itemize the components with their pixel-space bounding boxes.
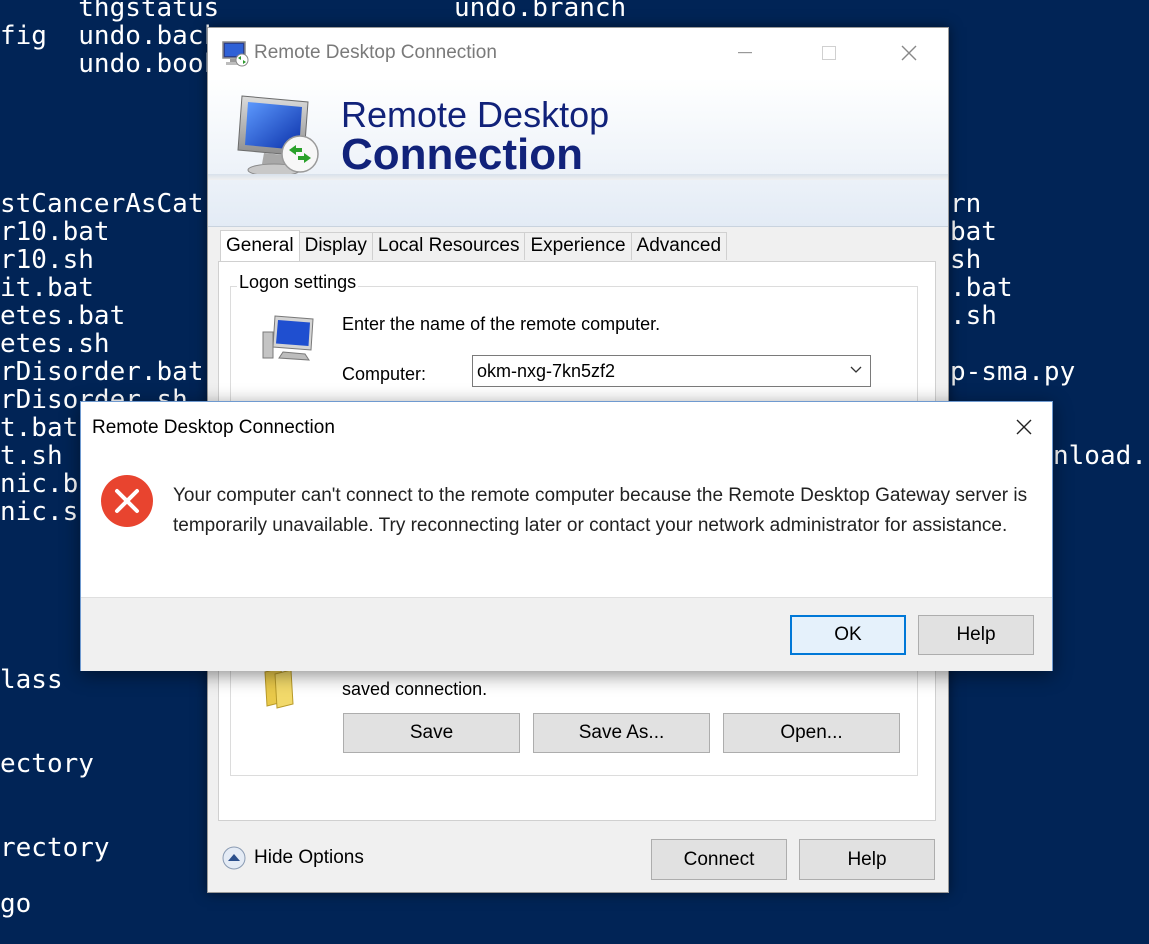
console-line: nload.: [1053, 441, 1147, 471]
computer-combobox[interactable]: okm-nxg-7kn5zf2: [472, 355, 871, 387]
console-line: it.bat: [0, 273, 94, 303]
tab-strip: General Display Local Resources Experien…: [220, 230, 728, 262]
help-button[interactable]: Help: [799, 839, 935, 880]
maximize-button[interactable]: [800, 28, 858, 78]
console-line: t.bat: [0, 413, 79, 443]
console-line: etes.bat: [0, 301, 126, 331]
error-help-button[interactable]: Help: [918, 615, 1034, 655]
error-dialog: Remote Desktop Connection Your computer …: [80, 401, 1053, 671]
saved-connection-text: saved connection.: [342, 679, 488, 699]
folder-icon: [264, 667, 294, 709]
title-bar[interactable]: Remote Desktop Connection: [208, 28, 948, 78]
console-line: rDisorder.bat: [0, 357, 204, 387]
computer-label: Computer:: [342, 364, 427, 384]
maximize-icon: [822, 46, 836, 60]
close-icon[interactable]: [1015, 418, 1033, 436]
hide-options-toggle[interactable]: Hide Options: [222, 846, 364, 870]
remote-desktop-app-icon: [222, 41, 249, 67]
minimize-icon: [738, 52, 752, 54]
enter-computer-name-text: Enter the name of the remote computer.: [342, 314, 661, 334]
error-dialog-footer: OK Help: [81, 597, 1052, 671]
console-line: r10.bat: [0, 217, 110, 247]
open-button[interactable]: Open...: [723, 713, 900, 753]
tab-local-resources[interactable]: Local Resources: [371, 232, 526, 260]
console-line: ectory: [0, 749, 94, 779]
console-line: .bat: [950, 273, 1013, 303]
chevron-up-icon: [222, 846, 246, 870]
close-icon: [901, 45, 917, 61]
computer-icon: [262, 315, 314, 361]
banner: Remote Desktop Connection: [208, 78, 948, 227]
window-title: Remote Desktop Connection: [254, 42, 497, 63]
console-line: lass: [0, 665, 63, 695]
console-line: t.sh: [0, 441, 63, 471]
console-line: undo.branch: [454, 0, 627, 23]
error-icon: [101, 475, 153, 527]
minimize-button[interactable]: [716, 28, 774, 78]
tab-general[interactable]: General: [220, 230, 300, 262]
logon-settings-title: Logon settings: [237, 272, 359, 293]
close-button[interactable]: [880, 28, 938, 78]
connect-button[interactable]: Connect: [651, 839, 787, 880]
chevron-down-icon[interactable]: [850, 366, 862, 374]
console-line: thgstatus: [0, 0, 220, 23]
remote-desktop-logo-icon: [237, 95, 319, 177]
console-line: rectory: [0, 833, 110, 863]
error-dialog-title: Remote Desktop Connection: [92, 417, 335, 438]
console-line: .sh: [950, 301, 997, 331]
console-line: sh: [950, 245, 982, 275]
console-line: undo.bookm: [0, 49, 235, 79]
tab-display[interactable]: Display: [298, 232, 373, 260]
tab-advanced[interactable]: Advanced: [630, 232, 728, 260]
error-message: Your computer can't connect to the remot…: [173, 485, 1028, 536]
hide-options-label: Hide Options: [254, 847, 364, 868]
console-line: rn: [950, 189, 982, 219]
banner-title-line2: Connection: [341, 130, 583, 179]
console-line: r10.sh: [0, 245, 94, 275]
console-line: stCancerAsCat: [0, 189, 204, 219]
computer-value: okm-nxg-7kn5zf2: [477, 361, 616, 381]
console-line: p-sma.py: [950, 357, 1076, 387]
console-line: go: [0, 889, 32, 919]
save-button[interactable]: Save: [343, 713, 520, 753]
save-as-button[interactable]: Save As...: [533, 713, 710, 753]
banner-divider: [208, 174, 948, 180]
ok-button[interactable]: OK: [790, 615, 906, 655]
tab-experience[interactable]: Experience: [524, 232, 632, 260]
console-line: etes.sh: [0, 329, 110, 359]
console-line: bat: [950, 217, 997, 247]
